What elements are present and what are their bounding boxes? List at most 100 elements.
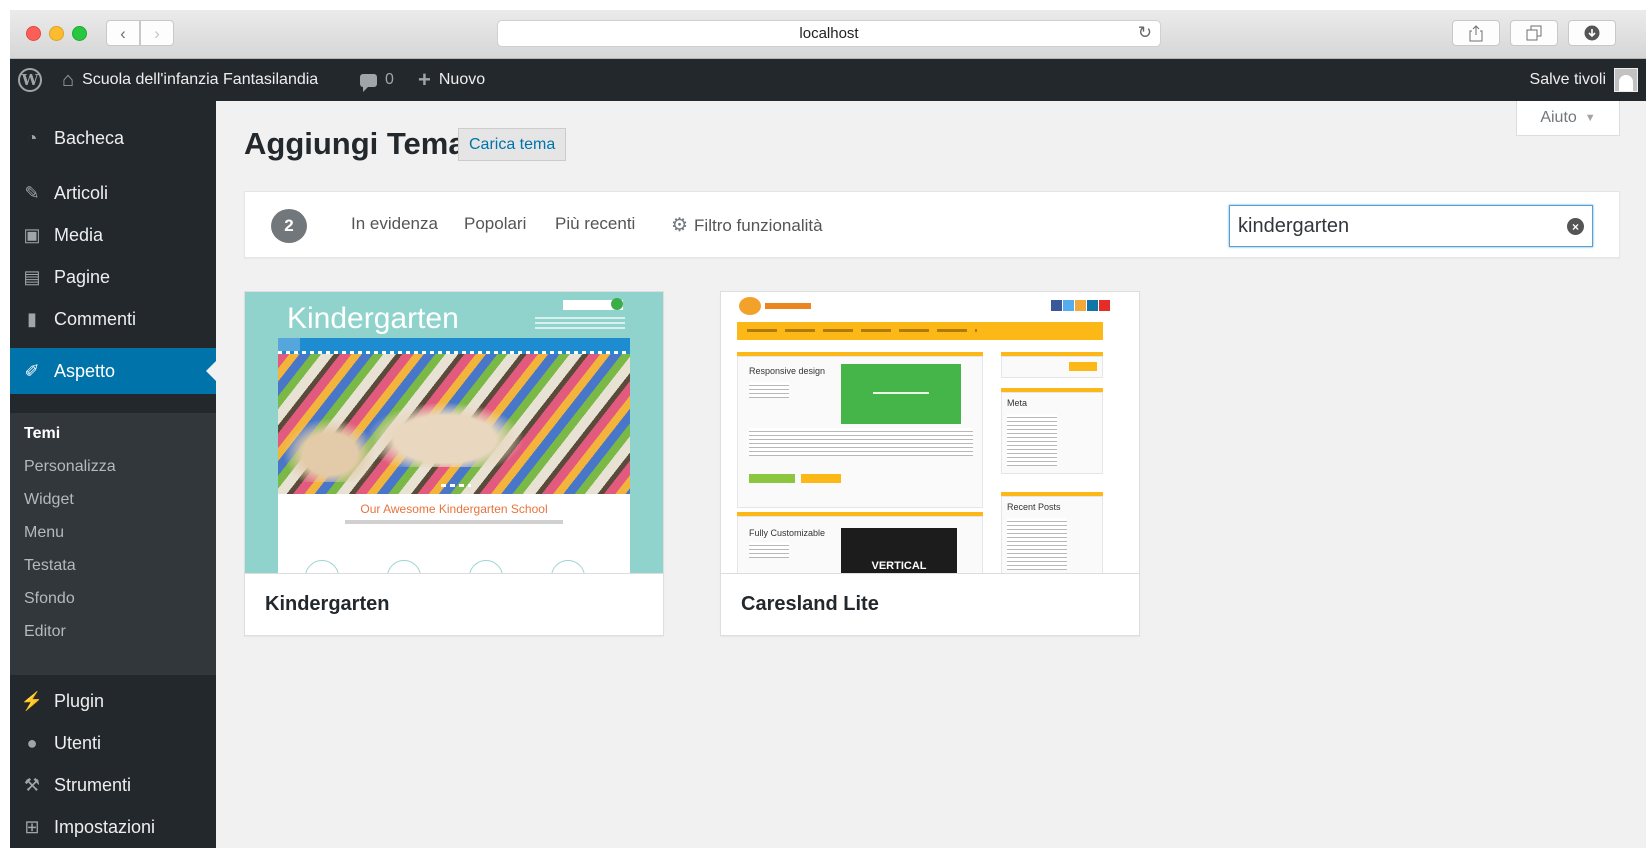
minimize-window-button[interactable] <box>49 26 64 41</box>
sidebar-item-label: Pagine <box>54 266 111 287</box>
tabs-button[interactable] <box>1510 20 1558 46</box>
back-button[interactable]: ‹ <box>106 20 140 46</box>
preview-logo <box>739 297 815 315</box>
plug-icon: ⚡ <box>20 690 44 711</box>
sidebar-item-pagine[interactable]: ▤ Pagine <box>10 257 216 297</box>
pages-icon: ▤ <box>23 266 41 287</box>
clear-search-icon[interactable]: × <box>1567 218 1584 235</box>
sidebar-item-commenti[interactable]: ▮ Commenti <box>10 299 216 339</box>
sidebar-item-articoli[interactable]: ✎ Articoli <box>10 173 216 213</box>
submenu-personalizza[interactable]: Personalizza <box>24 458 116 476</box>
sidebar-item-utenti[interactable]: ● Utenti <box>10 723 216 763</box>
sidebar-item-strumenti[interactable]: ⚒ Strumenti <box>10 765 216 805</box>
sidebar-item-label: Articoli <box>54 182 109 203</box>
user-icon: ● <box>26 732 38 753</box>
sidebar-item-label: Aspetto <box>54 360 116 381</box>
sidebar-item-media[interactable]: ▣ Media <box>10 215 216 255</box>
feature-filter-button[interactable]: ⚙ Filtro funzionalità <box>671 214 823 237</box>
sidebar-item-label: Commenti <box>54 308 137 329</box>
submenu-sfondo[interactable]: Sfondo <box>24 590 75 608</box>
submenu-testata[interactable]: Testata <box>24 557 76 575</box>
sidebar-item-label: Plugin <box>54 690 105 711</box>
submenu-widget[interactable]: Widget <box>24 491 74 509</box>
sidebar-item-aspetto[interactable]: ✐ Aspetto <box>10 348 216 394</box>
preview-slider-dots <box>441 484 471 487</box>
tabs-icon <box>1526 25 1542 41</box>
submenu-temi[interactable]: Temi <box>24 425 60 443</box>
theme-filter-bar: 2 In evidenza Popolari Più recenti ⚙ Filt… <box>244 191 1620 258</box>
reload-icon[interactable]: ↻ <box>1138 23 1152 43</box>
close-window-button[interactable] <box>26 26 41 41</box>
preview-post-meta <box>749 382 789 398</box>
sidebar-item-bacheca[interactable]: ◔ Bacheca <box>10 118 216 158</box>
user-account-menu[interactable]: Salve tivoli <box>1530 59 1638 101</box>
preview-readmore-button <box>801 474 841 483</box>
theme-card-caresland-lite[interactable]: Responsive design Fully Customizable VER… <box>720 291 1140 636</box>
dashboard-icon: ◔ <box>26 127 38 148</box>
wordpress-icon: W <box>18 68 42 92</box>
preview-pencil-shavings <box>275 412 385 482</box>
new-label: Nuovo <box>438 71 486 88</box>
browser-toolbar: ‹ › localhost ↻ <box>10 10 1646 848</box>
site-name-link[interactable]: ⌂ Scuola dell'infanzia Fantasilandia <box>62 59 318 101</box>
preview-widget-title: Recent Posts <box>1007 502 1061 512</box>
preview-post-meta <box>749 542 789 558</box>
zoom-window-button[interactable] <box>72 26 87 41</box>
theme-screenshot: Responsive design Fully Customizable VER… <box>721 292 1139 574</box>
upload-theme-button[interactable]: Carica tema <box>458 128 567 161</box>
tab-in-evidenza[interactable]: In evidenza <box>351 214 438 234</box>
main-content: Aiuto ▼ Aggiungi Tema Carica tema 2 In e… <box>216 101 1646 848</box>
feature-filter-label: Filtro funzionalità <box>694 216 823 235</box>
preview-search-icon <box>611 298 623 310</box>
caret-down-icon: ▼ <box>1584 112 1596 124</box>
sidebar-item-plugin[interactable]: ⚡ Plugin <box>10 681 216 721</box>
theme-count-badge: 2 <box>271 209 307 243</box>
linkedin-icon <box>1087 300 1098 311</box>
preview-widget-title: Meta <box>1007 398 1028 408</box>
comments-count: 0 <box>385 71 394 88</box>
gear-icon: ⚙ <box>671 215 689 236</box>
help-tab-button[interactable]: Aiuto ▼ <box>1516 101 1620 136</box>
help-label: Aiuto <box>1540 109 1577 126</box>
preview-banner-text <box>873 392 929 394</box>
chevron-right-icon: › <box>154 23 160 43</box>
address-bar[interactable]: localhost ↻ <box>497 20 1161 47</box>
page-title: Aggiungi Tema <box>244 126 466 161</box>
sidebar-item-impostazioni[interactable]: ⊞ Impostazioni <box>10 807 216 847</box>
sidebar-item-label: Strumenti <box>54 774 132 795</box>
pin-icon: ✎ <box>24 182 40 203</box>
share-button[interactable] <box>1452 20 1500 46</box>
preview-nav-bar <box>278 338 630 352</box>
tab-piu-recenti[interactable]: Più recenti <box>555 214 635 234</box>
admin-sidebar: ◔ Bacheca ✎ Articoli ▣ Media ▤ Pagine ▮ … <box>10 101 216 848</box>
preview-comments-button <box>749 474 795 483</box>
sidebar-item-label: Media <box>54 224 104 245</box>
preview-contact-lines <box>535 314 625 332</box>
submenu-editor[interactable]: Editor <box>24 623 66 641</box>
preview-post-title: Responsive design <box>749 366 826 376</box>
forward-button[interactable]: › <box>140 20 174 46</box>
tab-popolari[interactable]: Popolari <box>464 214 526 234</box>
submenu-menu[interactable]: Menu <box>24 524 64 542</box>
sidebar-item-label: Bacheca <box>54 127 125 148</box>
url-text: localhost <box>799 25 859 42</box>
preview-search-button <box>1069 362 1097 371</box>
wp-logo-menu[interactable]: W <box>18 59 42 101</box>
youtube-icon <box>1099 300 1110 311</box>
user-greeting: Salve tivoli <box>1529 71 1606 88</box>
theme-name: Kindergarten <box>265 593 390 615</box>
preview-logo-mark <box>739 297 761 315</box>
preview-widget-links <box>1007 518 1067 570</box>
downloads-button[interactable] <box>1568 20 1616 46</box>
facebook-icon <box>1051 300 1062 311</box>
avatar <box>1614 68 1638 92</box>
theme-card-kindergarten[interactable]: Kindergarten Our Awesome Kindergarten Sc… <box>244 291 664 636</box>
chevron-left-icon: ‹ <box>120 23 126 43</box>
settings-icon: ⊞ <box>24 816 40 837</box>
twitter-icon <box>1063 300 1074 311</box>
comments-link[interactable]: 0 <box>360 59 394 101</box>
wrench-icon: ⚒ <box>23 774 41 795</box>
theme-search-input[interactable] <box>1229 205 1593 247</box>
admin-bar: W ⌂ Scuola dell'infanzia Fantasilandia 0… <box>10 59 1646 101</box>
new-content-link[interactable]: + Nuovo <box>418 59 485 101</box>
